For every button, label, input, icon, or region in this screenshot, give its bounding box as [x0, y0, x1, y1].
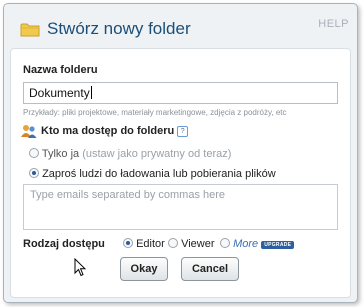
perm-viewer[interactable]: Viewer	[168, 238, 215, 250]
folder-name-value: Dokumenty	[29, 86, 90, 100]
more-link[interactable]: More	[233, 238, 258, 250]
info-icon[interactable]: ?	[177, 125, 189, 137]
editor-label: Editor	[136, 238, 165, 250]
examples-hint: Przykłady: pliki projektowe, materiały m…	[23, 108, 287, 117]
dialog-title: Stwórz nowy folder	[47, 19, 191, 38]
only-me-label: Tylko ja	[41, 148, 80, 160]
access-type-label: Rodzaj dostępu	[23, 238, 105, 250]
mouse-cursor-icon	[74, 258, 86, 277]
folder-icon	[20, 23, 40, 36]
only-me-note: (ustaw jako prywatny od teraz)	[82, 148, 232, 160]
cancel-button[interactable]: Cancel	[181, 257, 239, 281]
access-heading-row: Kto ma dostęp do folderu ?	[21, 124, 189, 138]
invite-label: Zaproś ludzi do ładowania lub pobierania…	[42, 168, 276, 180]
emails-placeholder: Type emails separated by commas here	[30, 189, 226, 201]
help-link[interactable]: HELP	[318, 18, 349, 30]
upgrade-badge[interactable]: UPGRADE	[261, 241, 295, 249]
okay-button[interactable]: Okay	[120, 257, 168, 281]
form-panel: Nazwa folderu Dokumenty Przykłady: pliki…	[10, 48, 351, 298]
editor-radio[interactable]	[123, 238, 133, 248]
people-icon	[21, 125, 37, 138]
access-heading: Kto ma dostęp do folderu	[41, 125, 175, 137]
more-radio[interactable]	[220, 238, 230, 248]
create-folder-dialog: Stwórz nowy folder HELP Nazwa folderu Do…	[3, 3, 358, 303]
viewer-label: Viewer	[181, 238, 215, 250]
folder-name-input[interactable]: Dokumenty	[23, 82, 338, 104]
text-cursor	[90, 86, 92, 99]
option-invite[interactable]: Zaproś ludzi do ładowania lub pobierania…	[29, 168, 276, 180]
invite-radio[interactable]	[29, 168, 39, 178]
dialog-header: Stwórz nowy folder	[20, 18, 191, 40]
viewer-radio[interactable]	[168, 238, 178, 248]
perm-editor[interactable]: Editor	[123, 238, 165, 250]
option-only-me[interactable]: Tylko ja (ustaw jako prywatny od teraz)	[29, 148, 231, 160]
folder-name-label: Nazwa folderu	[23, 64, 98, 76]
emails-input[interactable]: Type emails separated by commas here	[23, 184, 338, 230]
only-me-radio[interactable]	[29, 148, 39, 158]
perm-more[interactable]: More UPGRADE	[220, 238, 295, 250]
